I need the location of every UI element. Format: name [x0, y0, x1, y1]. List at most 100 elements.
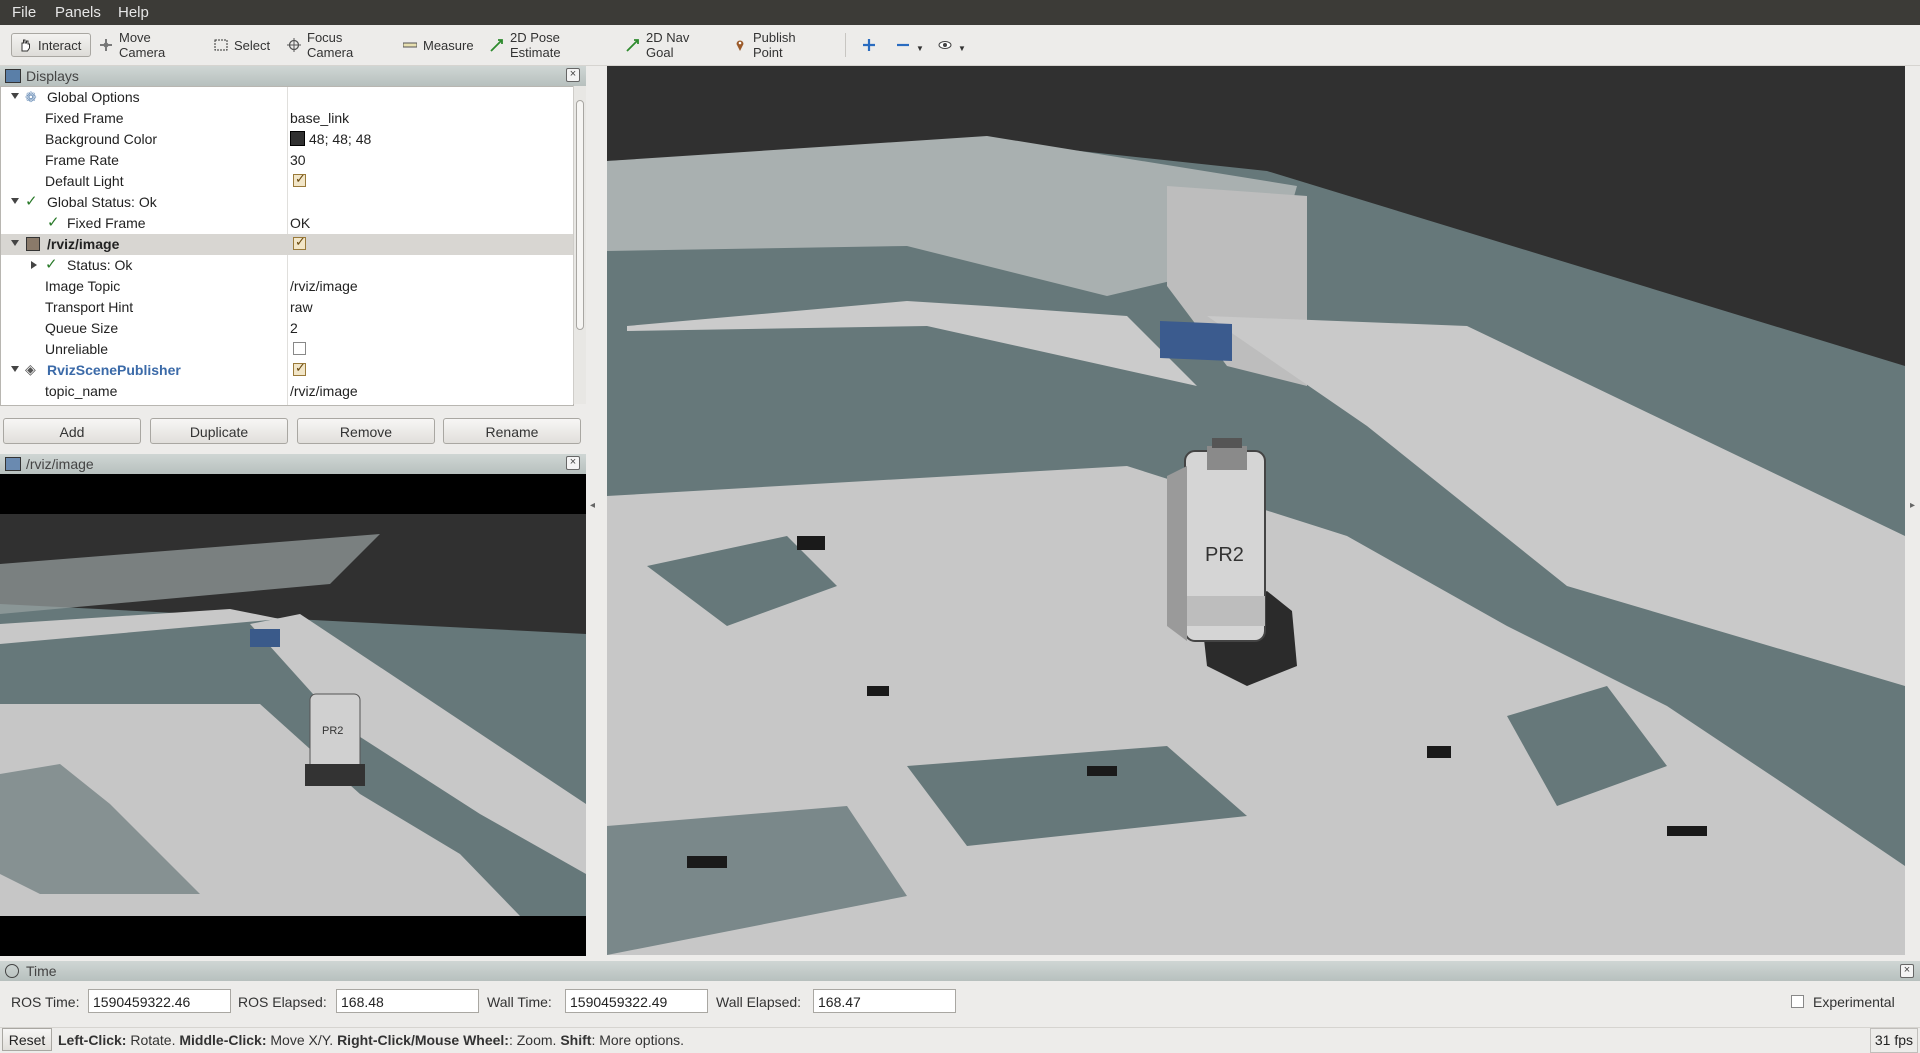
property-name: topic_name: [45, 383, 118, 399]
display-name: RvizScenePublisher: [47, 362, 181, 378]
rviz-image-enabled-checkbox[interactable]: [293, 234, 306, 250]
reset-button[interactable]: Reset: [2, 1028, 52, 1051]
tree-row-transport-hint[interactable]: Transport Hint raw: [1, 297, 573, 318]
tree-row-global-status[interactable]: ✓ Global Status: Ok: [1, 192, 573, 213]
menu-file[interactable]: File: [12, 4, 36, 21]
tree-row-frame-rate[interactable]: Frame Rate 30: [1, 150, 573, 171]
experimental-label: Experimental: [1813, 994, 1895, 1010]
wall-time-label: Wall Time:: [487, 994, 552, 1010]
color-swatch[interactable]: [290, 131, 305, 146]
tree-row-global-options[interactable]: ❁ Global Options: [1, 87, 573, 108]
property-value[interactable]: /rviz/image: [290, 383, 358, 399]
toolbar-separator: [845, 33, 846, 57]
property-value[interactable]: /rviz/image: [290, 278, 358, 294]
hint-right-click: Right-Click/Mouse Wheel:: [337, 1032, 509, 1048]
map-pin-icon: [733, 38, 747, 52]
check-icon: ✓: [45, 256, 58, 273]
displays-scrollbar[interactable]: [573, 86, 586, 404]
collapse-left-icon[interactable]: ◂: [590, 500, 595, 511]
remove-tool-button[interactable]: ▼: [890, 33, 926, 57]
property-value[interactable]: raw: [290, 299, 313, 315]
hint-left-desc: Rotate.: [126, 1032, 180, 1048]
scene-publisher-enabled-checkbox[interactable]: [293, 360, 306, 376]
ros-time-label: ROS Time:: [11, 994, 80, 1010]
property-name: Default Light: [45, 173, 124, 189]
pose-estimate-tool[interactable]: 2D Pose Estimate: [484, 30, 612, 60]
tree-row-default-light[interactable]: Default Light: [1, 171, 573, 192]
ruler-icon: [402, 38, 418, 52]
property-value[interactable]: 30: [290, 152, 306, 168]
duplicate-button[interactable]: Duplicate: [150, 418, 288, 444]
ros-elapsed-field[interactable]: 168.48: [336, 989, 479, 1013]
nav-goal-tool[interactable]: 2D Nav Goal: [620, 30, 720, 60]
publish-point-label: Publish Point: [753, 30, 796, 60]
rename-button[interactable]: Rename: [443, 418, 581, 444]
menu-panels[interactable]: Panels: [55, 4, 101, 21]
ros-time-field[interactable]: 1590459322.46: [88, 989, 231, 1013]
hint-middle-click: Middle-Click:: [179, 1032, 267, 1048]
scrollbar-thumb[interactable]: [576, 100, 584, 330]
tree-row-background-color[interactable]: Background Color 48; 48; 48: [1, 129, 573, 150]
tree-row-rviz-image[interactable]: /rviz/image: [1, 234, 573, 255]
interact-label: Interact: [38, 37, 82, 53]
property-value[interactable]: 2: [290, 320, 298, 336]
select-tool[interactable]: Select: [208, 33, 276, 57]
image-panel-title-bar: /rviz/image ×: [0, 454, 586, 474]
measure-label: Measure: [423, 37, 474, 53]
wall-elapsed-field[interactable]: 168.47: [813, 989, 956, 1013]
close-icon[interactable]: ×: [566, 456, 580, 470]
pose-estimate-label: 2D Pose Estimate: [510, 30, 561, 60]
time-panel: Time × ROS Time: 1590459322.46 ROS Elaps…: [0, 961, 1920, 1021]
expand-arrow-icon[interactable]: [11, 366, 19, 372]
unreliable-checkbox[interactable]: [293, 342, 306, 355]
move-camera-tool[interactable]: Move Camera: [93, 30, 199, 60]
expand-arrow-icon[interactable]: [11, 93, 19, 99]
menu-help[interactable]: Help: [118, 4, 149, 21]
expand-arrow-icon[interactable]: [31, 261, 37, 269]
collapse-right-icon[interactable]: ▸: [1910, 500, 1915, 511]
tree-row-status[interactable]: ✓ Status: Ok: [1, 255, 573, 276]
camera-image: PR2: [0, 474, 586, 956]
move-camera-label: Move Camera: [119, 30, 166, 60]
tree-row-topic-name[interactable]: topic_name /rviz/image: [1, 381, 573, 402]
close-icon[interactable]: ×: [566, 68, 580, 82]
tree-row-fixed-frame-status[interactable]: ✓ Fixed Frame OK: [1, 213, 573, 234]
expand-arrow-icon[interactable]: [11, 240, 19, 246]
crosshair-icon: [287, 38, 301, 52]
3d-scene: PR2: [607, 66, 1905, 955]
camera-image-view[interactable]: PR2: [0, 474, 586, 956]
tree-row-image-topic[interactable]: Image Topic /rviz/image: [1, 276, 573, 297]
tree-row-scene-publisher[interactable]: ◈ RvizScenePublisher: [1, 360, 573, 381]
publish-point-tool[interactable]: Publish Point: [727, 30, 831, 60]
focus-camera-tool[interactable]: Focus Camera: [281, 30, 391, 60]
hint-shift: Shift: [560, 1032, 592, 1048]
tree-label: Global Options: [47, 89, 140, 105]
measure-tool[interactable]: Measure: [397, 33, 477, 57]
diamond-icon: ◈: [25, 361, 36, 377]
tree-row-queue-size[interactable]: Queue Size 2: [1, 318, 573, 339]
expand-arrow-icon[interactable]: [11, 198, 19, 204]
view-options-button[interactable]: ▼: [932, 33, 970, 57]
interact-tool[interactable]: Interact: [11, 33, 91, 57]
monitor-icon: [5, 69, 21, 83]
tree-row-unreliable[interactable]: Unreliable: [1, 339, 573, 360]
property-value[interactable]: base_link: [290, 110, 349, 126]
add-button[interactable]: Add: [3, 418, 141, 444]
time-title-bar: Time ×: [0, 961, 1920, 981]
add-tool-button[interactable]: [856, 33, 880, 57]
wall-time-field[interactable]: 1590459322.49: [565, 989, 708, 1013]
goal-arrow-icon: [626, 38, 640, 52]
hint-shift-desc: : More options.: [591, 1032, 685, 1048]
check-icon: ✓: [47, 214, 60, 231]
property-name: Fixed Frame: [45, 110, 124, 126]
close-icon[interactable]: ×: [1900, 964, 1914, 978]
select-label: Select: [234, 37, 271, 53]
tree-row-fixed-frame[interactable]: Fixed Frame base_link: [1, 108, 573, 129]
property-name: Frame Rate: [45, 152, 119, 168]
property-value[interactable]: 48; 48; 48: [290, 131, 371, 147]
remove-button[interactable]: Remove: [297, 418, 435, 444]
experimental-checkbox[interactable]: [1791, 995, 1804, 1008]
default-light-checkbox[interactable]: [293, 171, 306, 187]
display-name: /rviz/image: [47, 236, 120, 252]
render-3d-view[interactable]: PR2: [607, 66, 1905, 955]
